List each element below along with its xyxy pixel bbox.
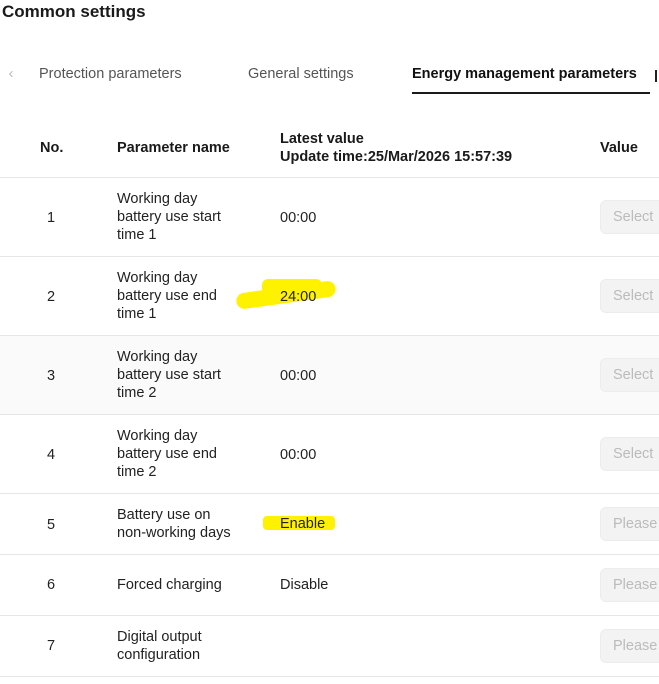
table-row: 6 Forced charging Disable Please xyxy=(0,555,659,616)
value-select[interactable]: Select xyxy=(600,358,659,392)
name-line: time 2 xyxy=(117,464,157,480)
row-no: 3 xyxy=(46,368,56,384)
name-line: Forced charging xyxy=(117,577,222,593)
page-title: Common settings xyxy=(2,2,146,21)
row-parameter-name: Forced charging xyxy=(117,576,267,594)
row-parameter-name: Working day battery use start time 2 xyxy=(117,348,267,402)
name-line: battery use start xyxy=(117,367,221,383)
table-row: 7 Digital output configuration Please xyxy=(0,616,659,677)
name-line: configuration xyxy=(117,647,201,663)
name-line: Digital output xyxy=(117,629,202,645)
table-header: No. Parameter name Latest value Update t… xyxy=(0,118,659,178)
name-line: time 1 xyxy=(117,306,157,322)
table-row: 1 Working day battery use start time 1 0… xyxy=(0,178,659,257)
row-no: 1 xyxy=(46,210,56,226)
name-line: Battery use on xyxy=(117,507,211,523)
row-latest-value: 00:00 xyxy=(280,368,317,384)
row-no: 4 xyxy=(46,447,56,463)
value-select[interactable]: Select xyxy=(600,279,659,313)
row-parameter-name: Digital output configuration xyxy=(117,628,267,664)
row-no: 5 xyxy=(46,517,56,533)
parameters-table: No. Parameter name Latest value Update t… xyxy=(0,118,659,677)
value-select[interactable]: Please xyxy=(600,507,659,541)
name-line: Working day xyxy=(117,270,198,286)
name-line: Working day xyxy=(117,349,198,365)
name-line: battery use start xyxy=(117,209,221,225)
row-latest-value: 24:00 xyxy=(280,289,317,305)
row-no: 7 xyxy=(46,638,56,654)
header-value: Value xyxy=(600,140,638,156)
name-line: time 1 xyxy=(117,227,157,243)
row-latest-value: Enable xyxy=(280,516,326,532)
value-select[interactable]: Select xyxy=(600,200,659,234)
header-update-time: Update time:25/Mar/2026 15:57:39 xyxy=(280,149,513,165)
row-latest-value: Disable xyxy=(280,577,329,593)
tab-energy-management-parameters[interactable]: Energy management parameters xyxy=(412,66,637,82)
tab-bar: ‹ Protection parameters General settings… xyxy=(0,60,659,96)
tab-protection-parameters[interactable]: Protection parameters xyxy=(39,66,182,82)
table-row: 5 Battery use on non-working days Enable… xyxy=(0,494,659,555)
tab-scroll-indicator xyxy=(655,70,657,82)
row-parameter-name: Working day battery use start time 1 xyxy=(117,190,267,244)
header-latest-value: Latest value Update time:25/Mar/2026 15:… xyxy=(280,130,512,166)
header-latest-value-label: Latest value xyxy=(280,131,364,147)
name-line: Working day xyxy=(117,191,198,207)
name-line: battery use end xyxy=(117,288,217,304)
row-parameter-name: Battery use on non-working days xyxy=(117,506,267,542)
value-select[interactable]: Please xyxy=(600,568,659,602)
value-select[interactable]: Select xyxy=(600,437,659,471)
name-line: Working day xyxy=(117,428,198,444)
header-parameter-name: Parameter name xyxy=(117,140,230,156)
row-latest-value: 00:00 xyxy=(280,210,317,226)
row-no: 6 xyxy=(46,577,56,593)
row-parameter-name: Working day battery use end time 1 xyxy=(117,269,267,323)
name-line: battery use end xyxy=(117,446,217,462)
table-row: 4 Working day battery use end time 2 00:… xyxy=(0,415,659,494)
tab-general-settings[interactable]: General settings xyxy=(248,66,354,82)
name-line: time 2 xyxy=(117,385,157,401)
table-row: 2 Working day battery use end time 1 24:… xyxy=(0,257,659,336)
table-row: 3 Working day battery use start time 2 0… xyxy=(0,336,659,415)
row-latest-value: 00:00 xyxy=(280,447,317,463)
row-no: 2 xyxy=(46,289,56,305)
header-no: No. xyxy=(40,140,64,156)
value-select[interactable]: Please xyxy=(600,629,659,663)
chevron-left-icon[interactable]: ‹ xyxy=(4,64,18,84)
active-tab-indicator xyxy=(412,92,650,94)
row-parameter-name: Working day battery use end time 2 xyxy=(117,427,267,481)
name-line: non-working days xyxy=(117,525,231,541)
